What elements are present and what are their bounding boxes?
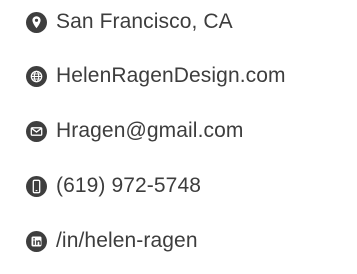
phone-icon — [26, 175, 47, 197]
linkedin-icon — [26, 230, 47, 252]
contact-email-row[interactable]: Hragen@gmail.com — [26, 116, 243, 146]
contact-website-row[interactable]: HelenRagenDesign.com — [26, 61, 286, 91]
linkedin-link[interactable]: /in/helen-ragen — [56, 228, 198, 254]
phone-link[interactable]: (619) 972-5748 — [56, 173, 201, 199]
location-pin-icon — [26, 11, 47, 33]
contact-location-row: San Francisco, CA — [26, 7, 233, 37]
envelope-icon — [26, 120, 47, 142]
contact-linkedin-row[interactable]: /in/helen-ragen — [26, 226, 198, 256]
email-link[interactable]: Hragen@gmail.com — [56, 118, 243, 144]
website-link[interactable]: HelenRagenDesign.com — [56, 63, 286, 89]
contact-info-list: San Francisco, CA HelenRagenDesign.com H… — [0, 0, 357, 274]
globe-icon — [26, 65, 47, 87]
location-text: San Francisco, CA — [56, 10, 233, 33]
contact-phone-row[interactable]: (619) 972-5748 — [26, 171, 201, 201]
